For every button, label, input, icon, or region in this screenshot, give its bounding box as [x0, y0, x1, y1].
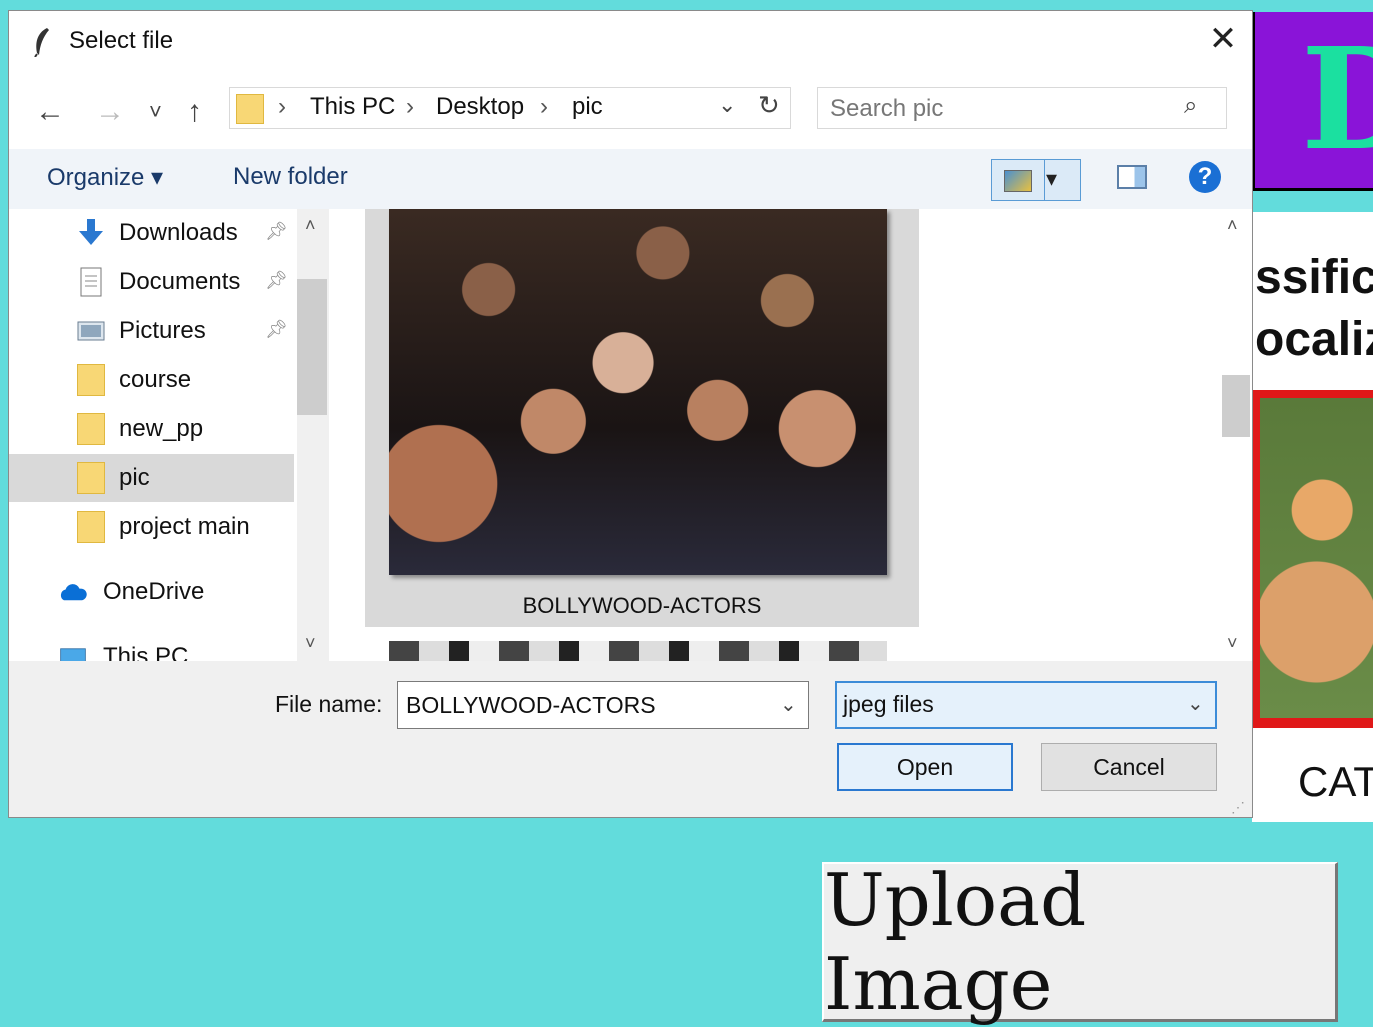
select-file-dialog: Select file ✕ ← → ˅ ↑ › This PC › Deskto…	[8, 10, 1253, 818]
nav-item-this-pc[interactable]: This PC	[9, 633, 294, 661]
nav-item-downloads[interactable]: Downloads 📌︎	[9, 209, 294, 257]
cancel-button[interactable]: Cancel	[1041, 743, 1217, 791]
resize-grip-icon[interactable]: ⋰	[1231, 799, 1245, 816]
file-name-value[interactable]: BOLLYWOOD-ACTORS	[406, 692, 656, 719]
view-button-divider	[1044, 160, 1045, 200]
folder-icon	[77, 364, 105, 396]
toolbar: Organize ▾ New folder ▾ ?	[9, 149, 1252, 209]
folder-icon	[77, 462, 105, 494]
nav-item-label: course	[119, 366, 192, 393]
search-box[interactable]: ⌕	[817, 87, 1227, 129]
file-list-pane: BOLLYWOOD-ACTORS	[331, 209, 1217, 661]
change-view-button[interactable]: ▾	[991, 159, 1081, 201]
search-icon[interactable]: ⌕	[1184, 92, 1197, 120]
title-bar[interactable]: Select file ✕	[9, 11, 1252, 73]
nav-item-label: project main	[119, 513, 250, 540]
computer-icon	[60, 648, 86, 661]
nav-item-documents[interactable]: Documents 📌︎	[9, 258, 294, 306]
help-icon[interactable]: ?	[1189, 161, 1221, 193]
file-item-label: BOLLYWOOD-ACTORS	[522, 593, 762, 618]
scroll-up-icon[interactable]: ˄	[305, 215, 316, 236]
organize-button[interactable]: Organize ▾	[47, 163, 163, 192]
download-icon	[79, 219, 103, 245]
file-name-label: File name:	[275, 691, 383, 717]
nav-item-pic[interactable]: pic	[9, 454, 294, 502]
open-button[interactable]: Open	[837, 743, 1013, 791]
chevron-down-icon[interactable]: ⌄	[1187, 691, 1204, 716]
file-thumbnail[interactable]	[389, 209, 887, 575]
pin-icon[interactable]: 📌︎	[265, 319, 288, 340]
app-header-banner: D	[1252, 12, 1373, 191]
file-type-value: jpeg files	[843, 691, 934, 717]
breadcrumb-separator: ›	[278, 93, 286, 120]
nav-item-course[interactable]: course	[9, 356, 294, 404]
file-type-select[interactable]: jpeg files ⌄	[835, 681, 1217, 729]
pictures-icon	[77, 321, 105, 341]
nav-item-label: Documents	[119, 268, 241, 295]
nav-item-onedrive[interactable]: OneDrive	[9, 568, 294, 616]
recent-locations-chevron-icon[interactable]: ˅	[149, 97, 162, 127]
file-list-scrollbar[interactable]: ˄ ˅	[1219, 209, 1252, 661]
large-icons-view-icon	[1004, 170, 1032, 192]
file-name-field[interactable]: BOLLYWOOD-ACTORS ⌄	[397, 681, 809, 729]
folder-icon	[236, 94, 264, 124]
nav-item-project-main[interactable]: project main	[9, 503, 294, 551]
preview-pane-icon[interactable]	[1117, 165, 1147, 189]
nav-pane-scrollbar[interactable]: ˄ ˅	[297, 209, 329, 661]
folder-icon	[77, 511, 105, 543]
scrollbar-thumb[interactable]	[297, 279, 327, 415]
nav-item-label: pic	[119, 464, 150, 491]
nav-item-label: OneDrive	[103, 578, 205, 605]
nav-item-label: Downloads	[119, 219, 238, 246]
chevron-down-icon[interactable]: ⌄	[780, 692, 797, 717]
address-bar[interactable]: › This PC › Desktop › pic ⌄ ↻	[229, 87, 791, 129]
chevron-down-icon[interactable]: ⌄	[718, 92, 736, 118]
search-input[interactable]	[828, 94, 1172, 124]
cloud-icon	[60, 584, 87, 601]
scroll-down-icon[interactable]: ˅	[305, 633, 316, 654]
nav-item-new-pp[interactable]: new_pp	[9, 405, 294, 453]
back-arrow-icon[interactable]: ←	[35, 97, 65, 127]
breadcrumb-separator: ›	[540, 93, 548, 120]
scrollbar-thumb[interactable]	[1222, 375, 1250, 437]
nav-item-label: This PC	[103, 643, 189, 661]
nav-item-label: Pictures	[119, 317, 206, 344]
pin-icon[interactable]: 📌︎	[265, 221, 288, 242]
up-arrow-icon[interactable]: ↑	[187, 97, 202, 127]
breadcrumb-separator: ›	[406, 93, 414, 120]
app-heading-line-2: ocaliz	[1255, 313, 1373, 366]
new-folder-button[interactable]: New folder	[233, 163, 348, 191]
feather-icon	[34, 28, 49, 57]
pin-icon[interactable]: 📌︎	[265, 270, 288, 291]
cat-image	[1260, 398, 1373, 718]
upload-image-button[interactable]: Upload Image	[822, 858, 1338, 1026]
dialog-footer: File name: BOLLYWOOD-ACTORS ⌄ jpeg files…	[9, 661, 1252, 817]
nav-item-label: new_pp	[119, 415, 204, 442]
folder-icon	[77, 413, 105, 445]
breadcrumb-this-pc[interactable]: This PC	[310, 93, 395, 121]
caret-down-icon[interactable]: ▾	[1046, 166, 1057, 192]
scroll-up-icon[interactable]: ˄	[1227, 215, 1238, 236]
nav-item-pictures[interactable]: Pictures 📌︎	[9, 307, 294, 355]
forward-arrow-icon[interactable]: →	[95, 97, 125, 127]
prediction-label: CAT	[1298, 758, 1373, 805]
refresh-icon[interactable]: ↻	[758, 90, 780, 121]
app-header-text: D	[1301, 12, 1373, 188]
navigation-pane: Downloads 📌︎ Documents 📌︎ Pictures 📌︎ co…	[9, 209, 329, 661]
breadcrumb-desktop[interactable]: Desktop	[436, 93, 524, 121]
dialog-title: Select file	[69, 27, 174, 54]
breadcrumb-pic[interactable]: pic	[572, 93, 603, 121]
app-heading-line-1: ssific	[1255, 251, 1373, 304]
scroll-down-icon[interactable]: ˅	[1227, 633, 1238, 654]
close-icon[interactable]: ✕	[1207, 22, 1239, 56]
file-thumbnail[interactable]	[389, 641, 887, 661]
documents-icon	[80, 267, 102, 297]
